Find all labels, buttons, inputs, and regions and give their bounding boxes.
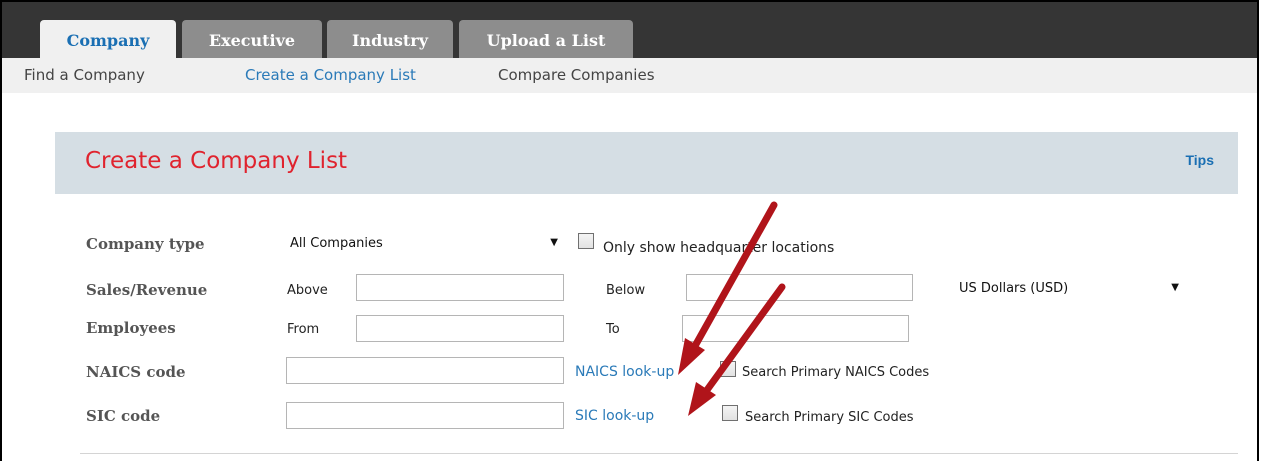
- naics-code-input[interactable]: [286, 357, 564, 384]
- primary-naics-label: Search Primary NAICS Codes: [742, 365, 930, 380]
- sales-revenue-label: Sales/Revenue: [86, 281, 208, 299]
- tab-company[interactable]: Company: [40, 20, 176, 58]
- tab-upload-a-list[interactable]: Upload a List: [459, 20, 633, 58]
- currency-dropdown-arrow-icon: ▼: [1171, 282, 1179, 293]
- sic-code-label: SIC code: [86, 407, 161, 425]
- currency-select[interactable]: US Dollars (USD) ▼: [955, 279, 1185, 301]
- naics-code-label: NAICS code: [86, 363, 186, 381]
- sales-above-label: Above: [287, 283, 328, 298]
- headquarters-only-label: Only show headquarter locations: [603, 240, 835, 256]
- primary-sic-label: Search Primary SIC Codes: [745, 410, 914, 425]
- page-title: Create a Company List: [85, 148, 348, 174]
- currency-value: US Dollars (USD): [959, 281, 1069, 296]
- employees-label: Employees: [86, 319, 176, 337]
- tab-executive[interactable]: Executive: [182, 20, 322, 58]
- company-type-label: Company type: [86, 235, 205, 253]
- sales-below-input[interactable]: [686, 274, 913, 301]
- naics-lookup-link[interactable]: NAICS look-up: [575, 364, 674, 380]
- form-divider: [80, 453, 1238, 454]
- panel-header: Create a Company List Tips: [55, 132, 1238, 194]
- dropdown-arrow-icon: ▼: [550, 237, 558, 248]
- sub-navigation: Find a Company Create a Company List Com…: [2, 58, 1257, 93]
- employees-from-input[interactable]: [356, 315, 564, 342]
- subnav-compare-companies[interactable]: Compare Companies: [498, 66, 655, 84]
- employees-from-label: From: [287, 322, 320, 337]
- annotation-arrow-sic: [688, 283, 786, 416]
- app-frame: Company Executive Industry Upload a List…: [0, 0, 1259, 461]
- sales-below-label: Below: [606, 283, 646, 298]
- top-tab-bar: Company Executive Industry Upload a List: [2, 2, 1257, 58]
- headquarters-only-checkbox[interactable]: [578, 233, 594, 249]
- tab-industry[interactable]: Industry: [327, 20, 453, 58]
- sic-code-input[interactable]: [286, 402, 564, 429]
- sic-lookup-link[interactable]: SIC look-up: [575, 408, 654, 424]
- employees-to-input[interactable]: [682, 315, 909, 342]
- company-type-value: All Companies: [290, 236, 383, 251]
- subnav-create-a-company-list[interactable]: Create a Company List: [245, 66, 416, 84]
- employees-to-label: To: [606, 322, 620, 337]
- company-type-select[interactable]: All Companies ▼: [286, 234, 564, 256]
- subnav-find-a-company[interactable]: Find a Company: [24, 66, 145, 84]
- sales-above-input[interactable]: [356, 274, 564, 301]
- primary-naics-checkbox[interactable]: [720, 361, 736, 377]
- tips-link[interactable]: Tips: [1185, 152, 1214, 168]
- primary-sic-checkbox[interactable]: [722, 405, 738, 421]
